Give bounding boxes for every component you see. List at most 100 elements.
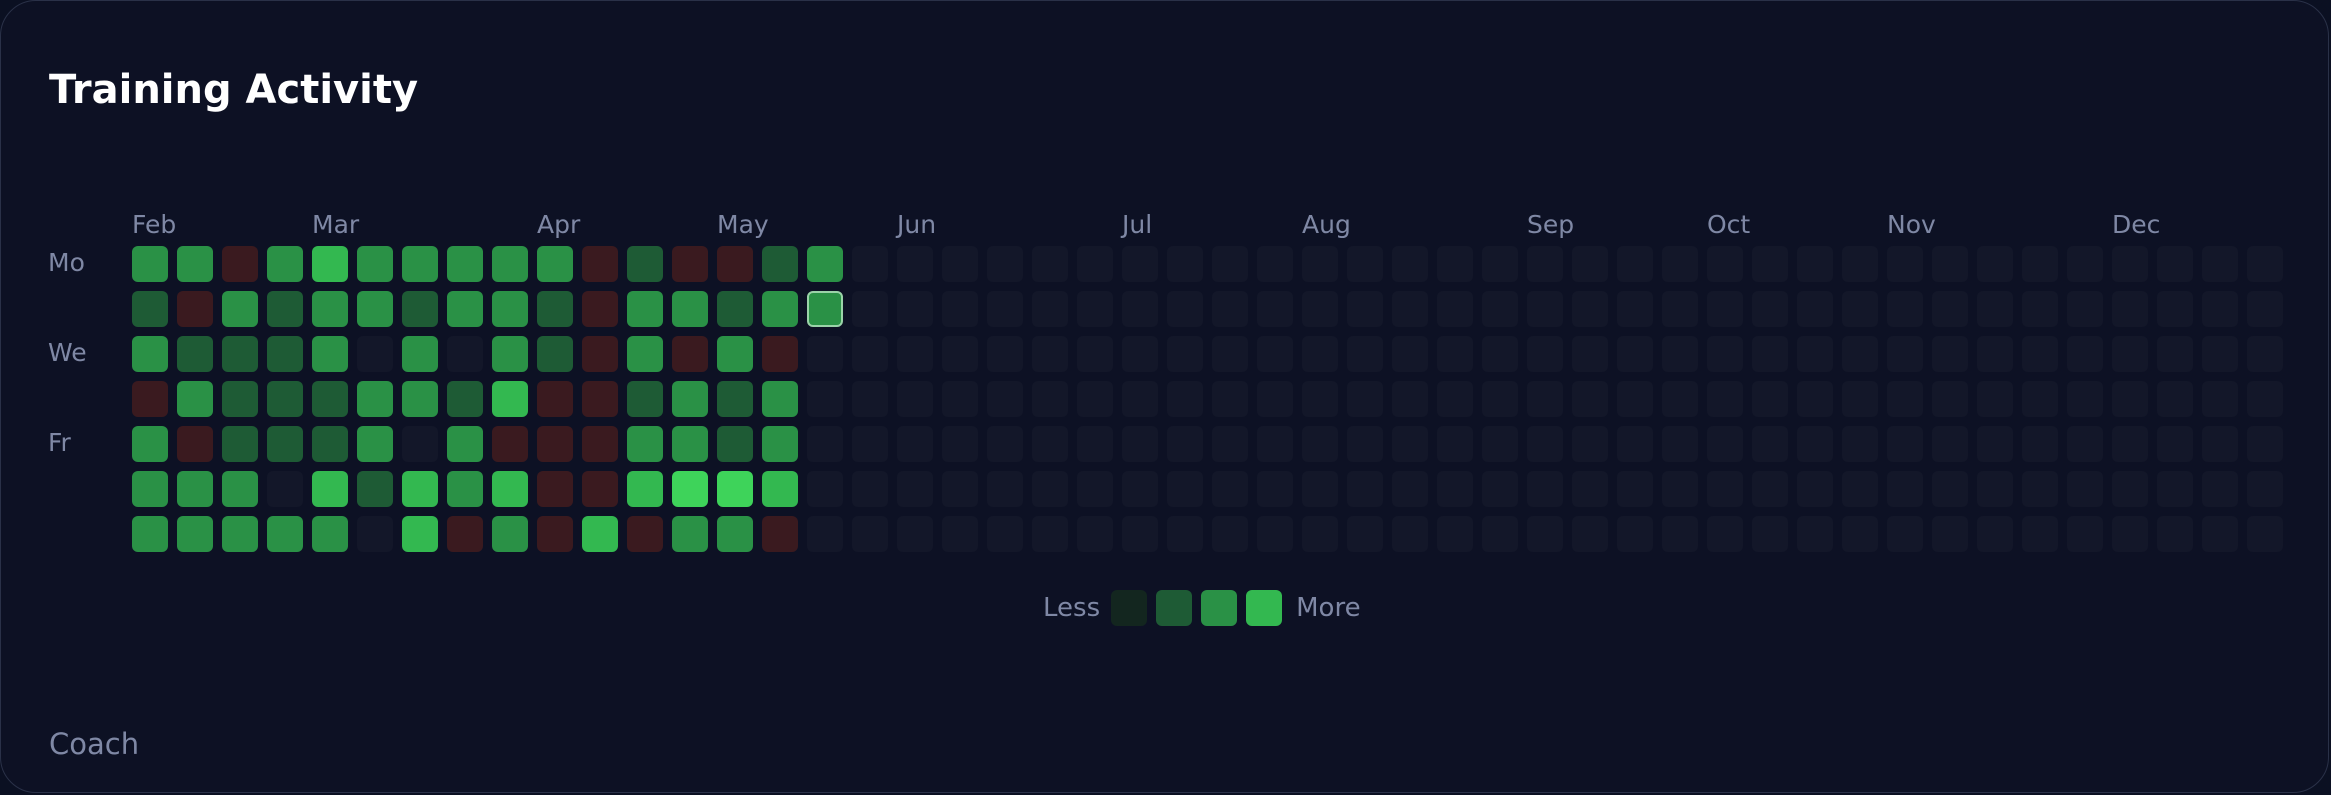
heatmap-cell[interactable] <box>717 291 753 327</box>
heatmap-cell[interactable] <box>942 291 978 327</box>
heatmap-cell[interactable] <box>2112 246 2148 282</box>
heatmap-cell[interactable] <box>267 291 303 327</box>
heatmap-cell[interactable] <box>267 381 303 417</box>
heatmap-cell[interactable] <box>1482 471 1518 507</box>
heatmap-cell[interactable] <box>1752 246 1788 282</box>
heatmap-cell[interactable] <box>1032 381 1068 417</box>
heatmap-cell[interactable] <box>1032 516 1068 552</box>
heatmap-cell[interactable] <box>2247 246 2283 282</box>
heatmap-cell[interactable] <box>582 246 618 282</box>
heatmap-cell[interactable] <box>627 471 663 507</box>
heatmap-cell[interactable] <box>2202 291 2238 327</box>
heatmap-cell[interactable] <box>537 246 573 282</box>
heatmap-cell[interactable] <box>2202 426 2238 462</box>
heatmap-cell[interactable] <box>2112 381 2148 417</box>
heatmap-cell[interactable] <box>1437 336 1473 372</box>
heatmap-cell[interactable] <box>1842 246 1878 282</box>
heatmap-cell[interactable] <box>1212 291 1248 327</box>
heatmap-cell[interactable] <box>1347 336 1383 372</box>
heatmap-cell[interactable] <box>1887 516 1923 552</box>
heatmap-cell[interactable] <box>1077 246 1113 282</box>
heatmap-cell[interactable] <box>2067 291 2103 327</box>
heatmap-cell[interactable] <box>987 471 1023 507</box>
heatmap-cell[interactable] <box>267 336 303 372</box>
heatmap-cell[interactable] <box>1662 426 1698 462</box>
heatmap-cell[interactable] <box>267 246 303 282</box>
heatmap-cell[interactable] <box>357 246 393 282</box>
heatmap-cell[interactable] <box>2022 246 2058 282</box>
heatmap-cell[interactable] <box>582 336 618 372</box>
heatmap-cell[interactable] <box>132 426 168 462</box>
heatmap-cell[interactable] <box>357 516 393 552</box>
heatmap-cell[interactable] <box>852 381 888 417</box>
heatmap-cell[interactable] <box>627 291 663 327</box>
heatmap-cell[interactable] <box>1437 381 1473 417</box>
heatmap-cell[interactable] <box>1167 246 1203 282</box>
heatmap-cell[interactable] <box>1527 516 1563 552</box>
heatmap-cell[interactable] <box>447 381 483 417</box>
heatmap-cell[interactable] <box>1392 381 1428 417</box>
heatmap-cell[interactable] <box>762 516 798 552</box>
heatmap-cell[interactable] <box>312 291 348 327</box>
heatmap-cell[interactable] <box>177 516 213 552</box>
heatmap-cell[interactable] <box>2067 471 2103 507</box>
heatmap-cell[interactable] <box>1437 516 1473 552</box>
heatmap-cell[interactable] <box>2157 471 2193 507</box>
heatmap-cell[interactable] <box>312 471 348 507</box>
heatmap-cell[interactable] <box>492 381 528 417</box>
heatmap-cell[interactable] <box>807 516 843 552</box>
heatmap-cell[interactable] <box>1032 426 1068 462</box>
heatmap-cell-today[interactable] <box>807 291 843 327</box>
heatmap-cell[interactable] <box>897 246 933 282</box>
heatmap-cell[interactable] <box>1932 426 1968 462</box>
heatmap-cell[interactable] <box>672 336 708 372</box>
heatmap-cell[interactable] <box>1752 516 1788 552</box>
heatmap-cell[interactable] <box>672 246 708 282</box>
heatmap-cell[interactable] <box>1257 426 1293 462</box>
heatmap-cell[interactable] <box>2157 336 2193 372</box>
heatmap-cell[interactable] <box>1347 246 1383 282</box>
heatmap-cell[interactable] <box>1302 381 1338 417</box>
heatmap-cell[interactable] <box>177 291 213 327</box>
heatmap-cell[interactable] <box>492 516 528 552</box>
heatmap-cell[interactable] <box>2157 246 2193 282</box>
heatmap-cell[interactable] <box>987 516 1023 552</box>
heatmap-cell[interactable] <box>1257 291 1293 327</box>
heatmap-cell[interactable] <box>1527 291 1563 327</box>
heatmap-cell[interactable] <box>1302 471 1338 507</box>
heatmap-cell[interactable] <box>762 336 798 372</box>
heatmap-cell[interactable] <box>222 246 258 282</box>
heatmap-cell[interactable] <box>1032 471 1068 507</box>
heatmap-cell[interactable] <box>1977 381 2013 417</box>
heatmap-cell[interactable] <box>2202 381 2238 417</box>
heatmap-cell[interactable] <box>492 291 528 327</box>
heatmap-cell[interactable] <box>177 381 213 417</box>
heatmap-cell[interactable] <box>987 381 1023 417</box>
heatmap-cell[interactable] <box>402 336 438 372</box>
heatmap-cell[interactable] <box>852 291 888 327</box>
heatmap-cell[interactable] <box>357 426 393 462</box>
heatmap-cell[interactable] <box>492 426 528 462</box>
heatmap-cell[interactable] <box>717 246 753 282</box>
heatmap-cell[interactable] <box>1572 426 1608 462</box>
heatmap-cell[interactable] <box>1887 471 1923 507</box>
heatmap-cell[interactable] <box>222 471 258 507</box>
heatmap-cell[interactable] <box>312 516 348 552</box>
heatmap-cell[interactable] <box>132 336 168 372</box>
heatmap-cell[interactable] <box>1797 426 1833 462</box>
heatmap-cell[interactable] <box>2022 426 2058 462</box>
heatmap-cell[interactable] <box>2067 336 2103 372</box>
heatmap-cell[interactable] <box>1077 471 1113 507</box>
heatmap-cell[interactable] <box>1752 426 1788 462</box>
heatmap-cell[interactable] <box>1617 516 1653 552</box>
heatmap-cell[interactable] <box>942 381 978 417</box>
heatmap-cell[interactable] <box>2022 471 2058 507</box>
heatmap-cell[interactable] <box>1842 291 1878 327</box>
heatmap-cell[interactable] <box>2067 246 2103 282</box>
heatmap-cell[interactable] <box>987 336 1023 372</box>
heatmap-cell[interactable] <box>1392 426 1428 462</box>
heatmap-cell[interactable] <box>1212 516 1248 552</box>
heatmap-cell[interactable] <box>177 246 213 282</box>
heatmap-cell[interactable] <box>1797 471 1833 507</box>
heatmap-cell[interactable] <box>537 426 573 462</box>
